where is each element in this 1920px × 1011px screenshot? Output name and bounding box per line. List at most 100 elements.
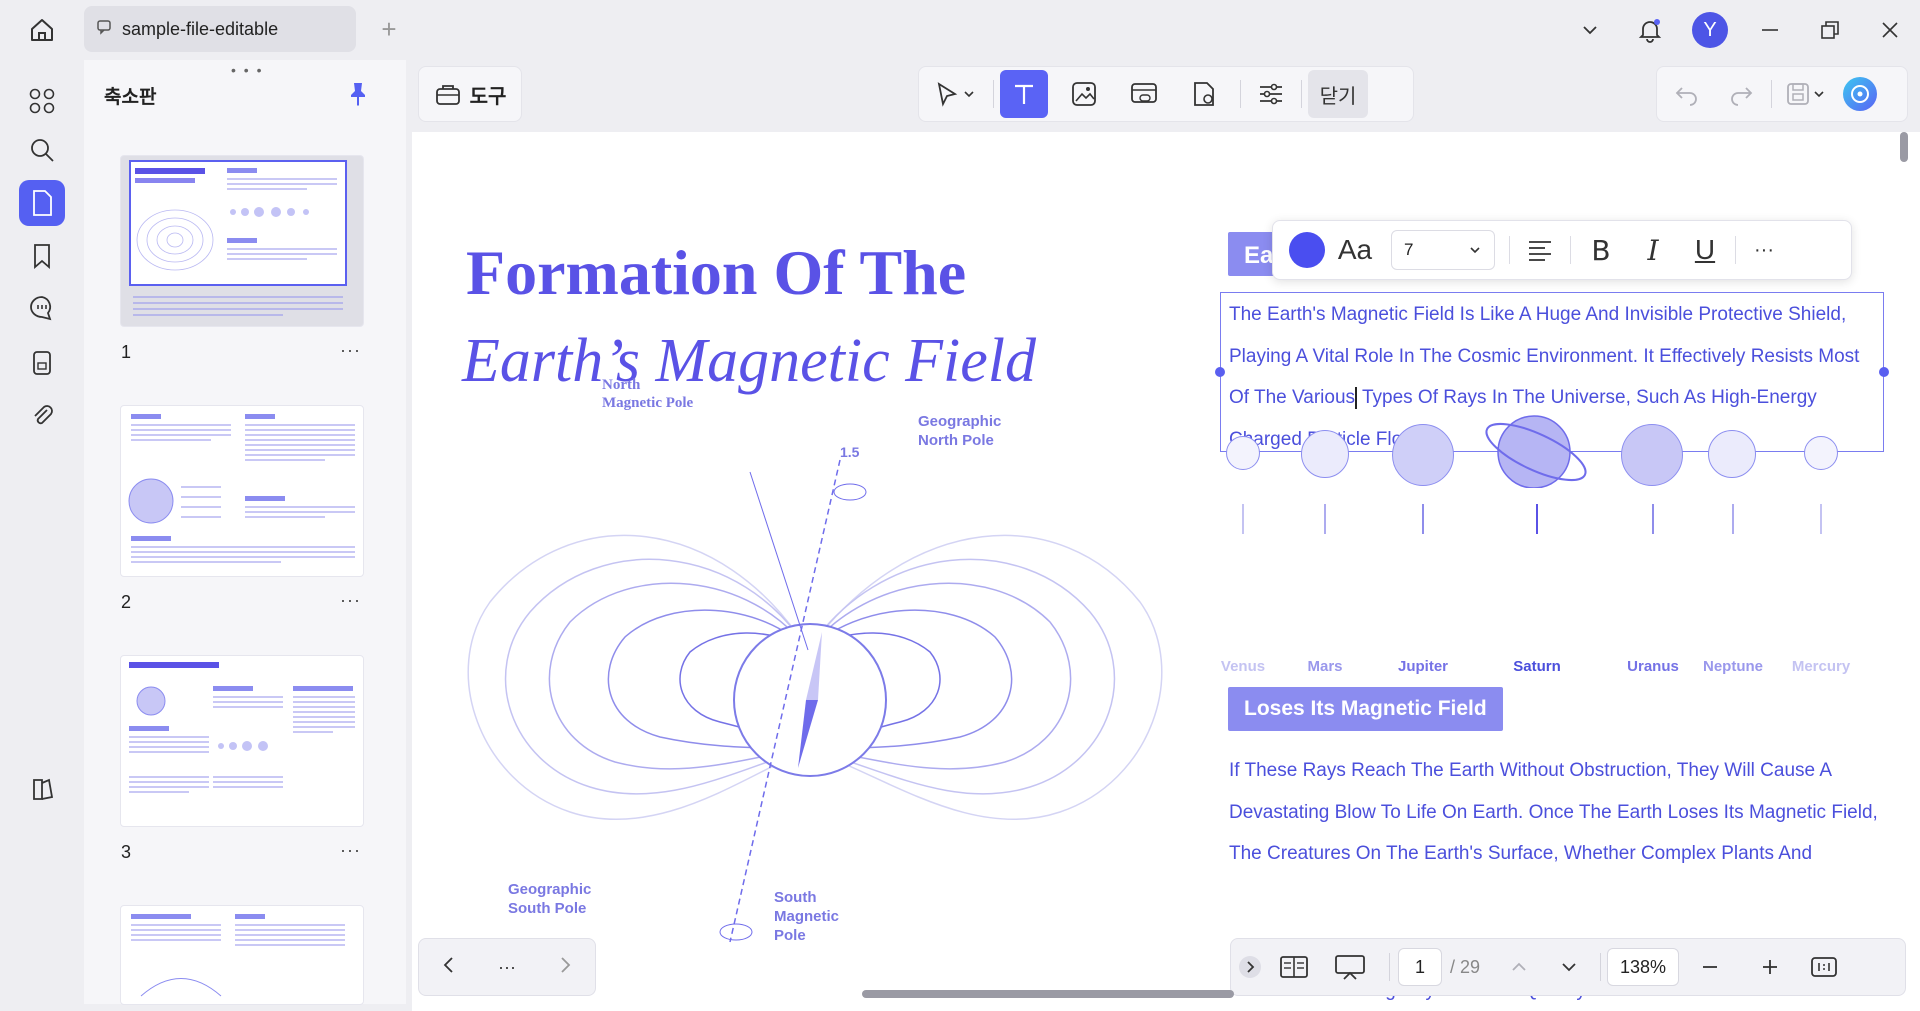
theme-toggle-icon[interactable]: [19, 766, 65, 812]
collapse-icon[interactable]: [1231, 942, 1269, 992]
link-tool-icon[interactable]: [1120, 70, 1168, 118]
close-edit-button[interactable]: 닫기: [1308, 70, 1368, 118]
resize-handle-right[interactable]: [1879, 367, 1889, 377]
planet-label: Uranus: [1627, 658, 1679, 675]
planet-mars: [1301, 430, 1349, 478]
planet-venus: [1226, 436, 1260, 470]
select-tool[interactable]: [923, 70, 987, 118]
planet-tick: [1652, 504, 1654, 534]
resize-handle-left[interactable]: [1215, 367, 1225, 377]
underline-button[interactable]: U: [1679, 228, 1731, 272]
properties-icon[interactable]: [1247, 70, 1295, 118]
north-magnetic-pole-label: North Magnetic Pole: [602, 377, 694, 411]
horizontal-scrollbar[interactable]: [862, 990, 1234, 998]
planet-tick: [1732, 504, 1734, 534]
zoom-level-input[interactable]: 138%: [1607, 948, 1679, 986]
presentation-icon[interactable]: [1319, 942, 1381, 992]
view-controls-bar: 1 / 29 138%: [1230, 938, 1906, 996]
planet-tick: [1422, 504, 1424, 534]
history-group: [1656, 66, 1908, 122]
ai-assistant-icon[interactable]: [1836, 70, 1884, 118]
align-icon[interactable]: [1514, 228, 1566, 272]
zoom-in-icon[interactable]: [1741, 942, 1799, 992]
chevron-down-icon[interactable]: [1544, 942, 1594, 992]
thumbnails-icon[interactable]: [19, 180, 65, 226]
user-avatar[interactable]: Y: [1692, 12, 1728, 48]
planet-uranus: [1621, 424, 1683, 486]
minimize-icon[interactable]: [1740, 0, 1800, 60]
section-body-text-2[interactable]: If These Rays Reach The Earth Without Ob…: [1229, 750, 1889, 875]
tools-button[interactable]: 도구: [418, 66, 522, 122]
prev-page-icon[interactable]: [439, 955, 459, 980]
more-button[interactable]: ···: [1740, 228, 1788, 272]
close-icon[interactable]: [1860, 0, 1920, 60]
page-thumbnail-4[interactable]: [120, 905, 364, 1005]
apps-grid-icon[interactable]: [19, 78, 65, 124]
color-swatch: [1289, 232, 1325, 268]
save-dropdown[interactable]: [1778, 70, 1836, 118]
font-button[interactable]: Aa: [1329, 228, 1381, 272]
geographic-south-pole-label: Geographic South Pole: [508, 881, 592, 917]
page-more-button[interactable]: ···: [340, 340, 361, 361]
text-color-button[interactable]: [1285, 228, 1329, 272]
text-tool-icon[interactable]: [1000, 70, 1048, 118]
attachment-file-icon[interactable]: [19, 340, 65, 386]
comments-icon[interactable]: [19, 285, 65, 331]
italic-button[interactable]: I: [1627, 228, 1679, 272]
zoom-out-icon[interactable]: [1679, 942, 1741, 992]
home-icon[interactable]: [24, 12, 60, 48]
paperclip-icon[interactable]: [19, 393, 65, 439]
section-heading-tag-2[interactable]: Loses Its Magnetic Field: [1228, 687, 1503, 731]
nav-more-button[interactable]: ···: [498, 957, 516, 978]
chevron-down-icon: [1470, 247, 1480, 254]
page-number-input[interactable]: 1: [1398, 948, 1442, 986]
page-more-button[interactable]: ···: [340, 840, 361, 861]
edit-tools-group: 닫기: [918, 66, 1414, 122]
new-tab-button[interactable]: +: [374, 14, 404, 44]
page-thumbnail-1[interactable]: [120, 155, 364, 327]
comment-icon: [96, 19, 112, 40]
page-layout-icon[interactable]: [1269, 942, 1319, 992]
next-page-icon[interactable]: [555, 955, 575, 980]
vertical-scrollbar[interactable]: [1900, 132, 1908, 162]
notification-bell-icon[interactable]: [1620, 0, 1680, 60]
planet-tick: [1324, 504, 1326, 534]
chevron-up-icon[interactable]: [1494, 942, 1544, 992]
page-number: 3: [121, 842, 132, 862]
page-thumbnail-2[interactable]: [120, 405, 364, 577]
page-title-line1[interactable]: Formation Of The: [466, 236, 966, 310]
planet-jupiter: [1392, 424, 1454, 486]
axis-angle-label: 1.5: [840, 444, 860, 460]
page-thumbnail-3[interactable]: [120, 655, 364, 827]
image-tool-icon[interactable]: [1060, 70, 1108, 118]
planet-label: Neptune: [1703, 658, 1763, 675]
document-tab[interactable]: sample-file-editable: [84, 6, 356, 52]
thumbnail-panel: • • • 축소판 1 ··· 2 ··· 3 ···: [84, 60, 406, 1005]
bold-button[interactable]: B: [1575, 228, 1627, 272]
pin-icon[interactable]: [346, 80, 370, 113]
save-icon: [1787, 83, 1824, 105]
chevron-down-icon[interactable]: [1560, 0, 1620, 60]
planet-label: Venus: [1220, 658, 1266, 675]
undo-icon[interactable]: [1663, 70, 1711, 118]
font-size-select[interactable]: 7: [1391, 230, 1495, 270]
actual-size-icon[interactable]: [1799, 942, 1849, 992]
page-title-line2[interactable]: Earth’s Magnetic Field: [462, 326, 1036, 397]
restore-icon[interactable]: [1800, 0, 1860, 60]
planet-tick: [1536, 504, 1538, 534]
page-nav-float: ···: [418, 938, 596, 996]
panel-drag-handle[interactable]: • • •: [231, 62, 263, 78]
search-icon[interactable]: [19, 127, 65, 173]
magnetic-field-diagram: [467, 459, 1163, 943]
south-magnetic-pole-label: South Magnetic Pole: [774, 889, 840, 944]
watermark-tool-icon[interactable]: [1180, 70, 1228, 118]
page-more-button[interactable]: ···: [340, 590, 361, 611]
main-toolbar: 도구 닫기: [412, 60, 1920, 132]
planet-label: Mars: [1307, 658, 1343, 675]
bookmark-icon[interactable]: [19, 233, 65, 279]
left-rail: [0, 60, 84, 1011]
redo-icon[interactable]: [1717, 70, 1765, 118]
planet-tick: [1820, 504, 1822, 534]
tools-label: 도구: [469, 85, 507, 108]
page-number: 1: [121, 342, 132, 362]
